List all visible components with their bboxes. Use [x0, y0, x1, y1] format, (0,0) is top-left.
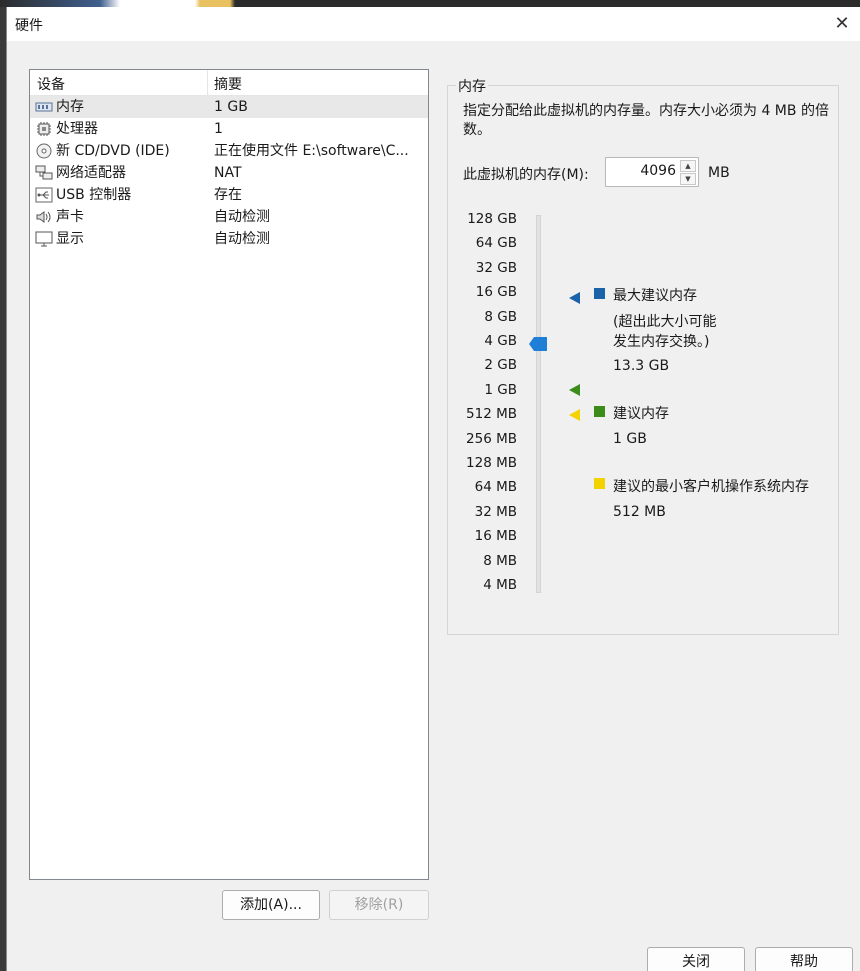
title-bar: 硬件 ✕ — [7, 7, 860, 41]
device-name: 网络适配器 — [56, 165, 126, 181]
memory-slider[interactable] — [536, 215, 541, 593]
dialog-body: 设备 摘要 内存 1 GB 处理器 1 新 CD/DVD (IDE) 正在使用文… — [7, 41, 860, 971]
memory-slider-thumb[interactable] — [529, 337, 547, 351]
memory-icon — [35, 102, 53, 112]
slider-tick-label: 16 GB — [475, 284, 517, 301]
slider-tick-label: 512 MB — [466, 406, 517, 423]
minimum-value: 512 MB — [613, 504, 666, 520]
device-row-processor[interactable]: 处理器 1 — [30, 118, 428, 140]
slider-tick-label: 4 MB — [483, 577, 517, 593]
slider-tick-label: 8 MB — [483, 552, 517, 569]
slider-tick-label: 2 GB — [484, 357, 517, 374]
device-summary: 正在使用文件 E:\software\C... — [214, 143, 409, 159]
device-summary: 自动检测 — [214, 209, 270, 225]
slider-tick-label: 128 GB — [467, 211, 517, 227]
recommended-value: 1 GB — [613, 431, 647, 447]
device-name: 显示 — [56, 231, 84, 247]
network-adapter-icon — [35, 165, 53, 180]
slider-tick-label: 32 MB — [474, 503, 517, 520]
cd-dvd-icon — [36, 143, 52, 159]
max-recommended-title: 最大建议内存 — [613, 288, 697, 304]
slider-tick-label: 16 MB — [474, 528, 517, 545]
recommended-legend-icon — [594, 406, 605, 417]
column-divider[interactable] — [207, 70, 208, 95]
device-summary: 1 — [214, 121, 223, 137]
memory-group-title: 内存 — [456, 76, 488, 96]
device-summary: 存在 — [214, 187, 242, 203]
slider-tick-label: 32 GB — [475, 259, 517, 276]
device-row-display[interactable]: 显示 自动检测 — [30, 228, 428, 250]
display-icon — [35, 231, 53, 247]
max-recommended-marker-icon — [569, 292, 580, 304]
window-title: 硬件 — [15, 18, 43, 34]
device-name: 声卡 — [56, 209, 84, 225]
device-row-network-adapter[interactable]: 网络适配器 NAT — [30, 162, 428, 184]
max-recommended-legend-icon — [594, 288, 605, 299]
slider-tick-label: 8 GB — [484, 308, 517, 325]
spin-down-icon[interactable]: ▼ — [680, 173, 696, 185]
slider-tick-label: 64 MB — [474, 479, 517, 496]
minimum-title: 建议的最小客户机操作系统内存 — [613, 479, 809, 495]
spin-up-icon[interactable]: ▲ — [680, 160, 696, 172]
column-header-device[interactable]: 设备 — [37, 74, 65, 94]
close-window-icon[interactable]: ✕ — [827, 9, 857, 39]
usb-icon — [35, 187, 53, 203]
speaker-icon — [36, 211, 51, 223]
memory-spinbox[interactable]: 4096 ▲ ▼ — [605, 157, 699, 187]
minimum-legend-icon — [594, 478, 605, 489]
help-button[interactable]: 帮助 — [755, 947, 853, 971]
device-row-sound-card[interactable]: 声卡 自动检测 — [30, 206, 428, 228]
max-recommended-note-2: 发生内存交换。) — [613, 334, 710, 350]
memory-input-label: 此虚拟机的内存(M): — [463, 167, 589, 183]
device-name: 内存 — [56, 99, 84, 115]
device-row-memory[interactable]: 内存 1 GB — [30, 96, 428, 118]
max-recommended-value: 13.3 GB — [613, 358, 670, 374]
slider-tick-label: 4 GB — [484, 333, 517, 349]
device-name: USB 控制器 — [56, 187, 132, 203]
device-row-usb-controller[interactable]: USB 控制器 存在 — [30, 184, 428, 206]
device-name: 新 CD/DVD (IDE) — [56, 143, 170, 159]
device-row-cd-dvd[interactable]: 新 CD/DVD (IDE) 正在使用文件 E:\software\C... — [30, 140, 428, 162]
slider-tick-label: 128 MB — [466, 455, 517, 471]
recommended-title: 建议内存 — [613, 406, 669, 422]
slider-tick-label: 64 GB — [475, 235, 517, 252]
slider-tick-label: 256 MB — [466, 430, 517, 447]
remove-button[interactable]: 移除(R) — [329, 890, 429, 920]
max-recommended-note-1: (超出此大小可能 — [613, 314, 717, 330]
memory-description: 指定分配给此虚拟机的内存量。内存大小必须为 4 MB 的倍数。 — [463, 103, 829, 138]
close-button[interactable]: 关闭 — [647, 947, 745, 971]
device-summary: NAT — [214, 165, 242, 181]
device-summary: 自动检测 — [214, 231, 270, 247]
minimum-marker-icon — [569, 409, 580, 421]
device-name: 处理器 — [56, 121, 98, 137]
hardware-dialog: 硬件 ✕ 设备 摘要 内存 1 GB 处理器 1 新 CD/DVD (IDE) … — [6, 7, 860, 971]
column-header-summary[interactable]: 摘要 — [214, 74, 242, 94]
recommended-marker-icon — [569, 384, 580, 396]
background-taskbar — [0, 0, 860, 7]
slider-tick-label: 1 GB — [484, 381, 517, 398]
add-button[interactable]: 添加(A)... — [222, 890, 320, 920]
processor-icon — [37, 122, 51, 136]
memory-input[interactable]: 4096 — [640, 163, 676, 179]
device-list: 设备 摘要 内存 1 GB 处理器 1 新 CD/DVD (IDE) 正在使用文… — [29, 69, 429, 880]
device-summary: 1 GB — [214, 99, 248, 115]
memory-unit: MB — [708, 165, 730, 181]
device-list-header: 设备 摘要 — [30, 70, 428, 96]
